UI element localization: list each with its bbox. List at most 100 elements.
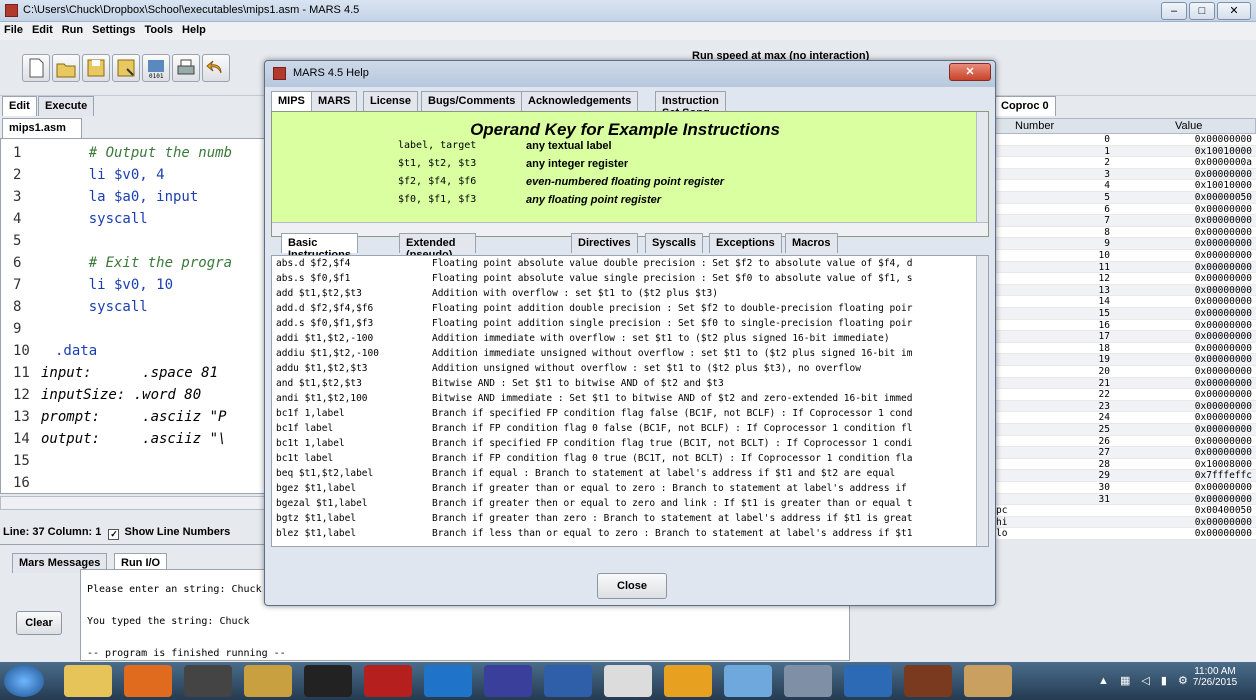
save-as-icon[interactable] <box>112 54 140 82</box>
command-prompt-icon[interactable] <box>304 665 352 697</box>
instruction-row[interactable]: bc1f 1,label Branch if specified FP condi… <box>272 408 976 423</box>
line-number: 14 <box>13 431 30 447</box>
save-icon[interactable] <box>82 54 110 82</box>
windows-media-icon[interactable] <box>544 665 592 697</box>
instruction-syntax: blez $t1,label <box>276 528 357 539</box>
internet-explorer-icon[interactable] <box>424 665 472 697</box>
file-explorer-icon[interactable] <box>64 665 112 697</box>
notepad-plus-plus-icon[interactable] <box>184 665 232 697</box>
instruction-row[interactable]: add.d $f2,$f4,$f6 Floating point addition… <box>272 303 976 318</box>
menu-settings[interactable]: Settings <box>88 22 140 36</box>
operand-vscrollbar[interactable] <box>976 112 988 222</box>
instruction-row[interactable]: addi $t1,$t2,-100 Addition immediate with… <box>272 333 976 348</box>
editor-hscrollbar[interactable] <box>0 496 268 510</box>
tab-mips[interactable]: MIPS <box>271 91 312 111</box>
line-number: 1 <box>13 145 22 161</box>
instruction-row[interactable]: addiu $t1,$t2,-100 Addition immediate uns… <box>272 348 976 363</box>
maximize-button[interactable]: □ <box>1189 2 1215 20</box>
instruction-row[interactable]: blez $t1,label Branch if less than or equ… <box>272 528 976 543</box>
operand-key-panel: Operand Key for Example Instructions lab… <box>271 111 989 237</box>
tab-exceptions[interactable]: Exceptions <box>709 233 782 253</box>
solitaire-icon[interactable] <box>604 665 652 697</box>
help-close-button[interactable]: Close <box>597 573 667 599</box>
tab-macros[interactable]: Macros <box>785 233 838 253</box>
instruction-vscrollbar[interactable] <box>976 256 988 546</box>
help-close-x-button[interactable]: ✕ <box>949 63 991 81</box>
register-number: 9 <box>1104 238 1110 250</box>
print-icon[interactable] <box>172 54 200 82</box>
file-tab[interactable]: mips1.asm <box>2 118 82 138</box>
instruction-description: Bitwise AND : Set $t1 to bitwise AND of … <box>432 378 724 389</box>
instruction-row[interactable]: andi $t1,$t2,100 Bitwise AND immediate : … <box>272 393 976 408</box>
instruction-syntax: and $t1,$t2,$t3 <box>276 378 362 389</box>
instruction-row[interactable]: addu $t1,$t2,$t3 Addition unsigned withou… <box>272 363 976 378</box>
instruction-row[interactable]: beq $t1,$t2,label Branch if equal : Branc… <box>272 468 976 483</box>
filezilla-icon[interactable] <box>364 665 412 697</box>
register-value: 0x00000000 <box>1194 296 1252 308</box>
snipping-tool-icon[interactable] <box>784 665 832 697</box>
tab-edit[interactable]: Edit <box>2 96 37 116</box>
instruction-row[interactable]: bgezal $t1,label Branch if greater then o… <box>272 498 976 513</box>
register-row: 12 0x00000000 <box>994 273 1256 285</box>
new-file-icon[interactable] <box>22 54 50 82</box>
instruction-row[interactable]: bgtz $t1,label Branch if greater than zer… <box>272 513 976 528</box>
output-line: Please enter an string: Chuck <box>87 584 262 595</box>
register-row: 17 0x00000000 <box>994 331 1256 343</box>
menu-help[interactable]: Help <box>178 22 211 36</box>
instruction-syntax: bc1f 1,label <box>276 408 345 419</box>
instruction-syntax: bc1t 1,label <box>276 438 345 449</box>
register-row: 3 0x00000000 <box>994 168 1256 181</box>
instruction-row[interactable]: bgez $t1,label Branch if greater than or … <box>272 483 976 498</box>
open-file-icon[interactable] <box>52 54 80 82</box>
show-line-numbers-checkbox[interactable]: ✓ <box>108 529 120 540</box>
minimize-button[interactable]: – <box>1161 2 1187 20</box>
instruction-row[interactable]: and $t1,$t2,$t3 Bitwise AND : Set $t1 to … <box>272 378 976 393</box>
instruction-list[interactable]: abs.d $f2,$f4 Floating point absolute val… <box>271 255 989 547</box>
menu-file[interactable]: File <box>0 22 28 36</box>
menu-tools[interactable]: Tools <box>141 22 179 36</box>
clock-time: 11:00 AM <box>1194 666 1236 677</box>
instruction-syntax: abs.d $f2,$f4 <box>276 258 351 269</box>
menu-edit[interactable]: Edit <box>28 22 58 36</box>
instruction-row[interactable]: abs.s $f0,$f1 Floating point absolute val… <box>272 273 976 288</box>
app-icon[interactable] <box>244 665 292 697</box>
menu-run[interactable]: Run <box>58 22 88 36</box>
chrome-icon[interactable] <box>664 665 712 697</box>
instruction-row[interactable]: add $t1,$t2,$t3 Addition with overflow : … <box>272 288 976 303</box>
tab-basic-instructions[interactable]: Basic Instructions <box>281 233 358 261</box>
instruction-row[interactable]: bc1t label Branch if FP condition flag 0 … <box>272 453 976 468</box>
instruction-row[interactable]: abs.d $f2,$f4 Floating point absolute val… <box>272 258 976 273</box>
dump-memory-icon[interactable]: 0101 <box>142 54 170 82</box>
paint-icon[interactable] <box>964 665 1012 697</box>
code-editor[interactable]: 1 2 3 4 5 6 7 8 9 10 11 12 13 14 15 16 #… <box>0 138 268 494</box>
instruction-row[interactable]: bc1f label Branch if FP condition flag 0 … <box>272 423 976 438</box>
instruction-row[interactable]: add.s $f0,$f1,$f3 Floating point addition… <box>272 318 976 333</box>
tab-mars[interactable]: MARS <box>311 91 358 111</box>
remote-desktop-icon[interactable] <box>724 665 772 697</box>
instruction-syntax: bgez $t1,label <box>276 483 357 494</box>
tab-extended-instructions[interactable]: Extended (pseudo) Instructions <box>399 233 476 273</box>
system-tray-icons[interactable]: ▲ ▦ ◁ ▮ ⚙ <box>1098 674 1192 687</box>
mars-taskbar-icon[interactable] <box>904 665 952 697</box>
firefox-icon[interactable] <box>124 665 172 697</box>
tab-syscalls[interactable]: Syscalls <box>645 233 704 253</box>
tab-acknowledgements[interactable]: Acknowledgements <box>521 91 639 111</box>
media-player-icon[interactable] <box>484 665 532 697</box>
tab-execute[interactable]: Execute <box>38 96 95 116</box>
code-line: inputSize: .word 80 <box>41 387 202 403</box>
register-row: 28 0x10008000 <box>994 458 1256 471</box>
clear-button[interactable]: Clear <box>16 611 62 635</box>
register-row: 8 0x00000000 <box>994 226 1256 239</box>
tab-instruction-set-song[interactable]: Instruction Set Song <box>655 91 726 119</box>
start-button-icon[interactable] <box>4 665 44 697</box>
close-window-button[interactable]: ✕ <box>1217 2 1251 20</box>
undo-icon[interactable] <box>202 54 230 82</box>
tab-directives[interactable]: Directives <box>571 233 638 253</box>
instruction-row[interactable]: bc1t 1,label Branch if specified FP condi… <box>272 438 976 453</box>
word-icon[interactable] <box>844 665 892 697</box>
tab-license[interactable]: License <box>363 91 418 111</box>
tab-coproc0[interactable]: Coproc 0 <box>994 96 1056 116</box>
operand-meaning: any textual label <box>526 140 612 152</box>
tab-bugs-comments[interactable]: Bugs/Comments <box>421 91 523 111</box>
taskbar-clock[interactable]: 11:00 AM 7/26/2015 <box>1180 666 1250 688</box>
